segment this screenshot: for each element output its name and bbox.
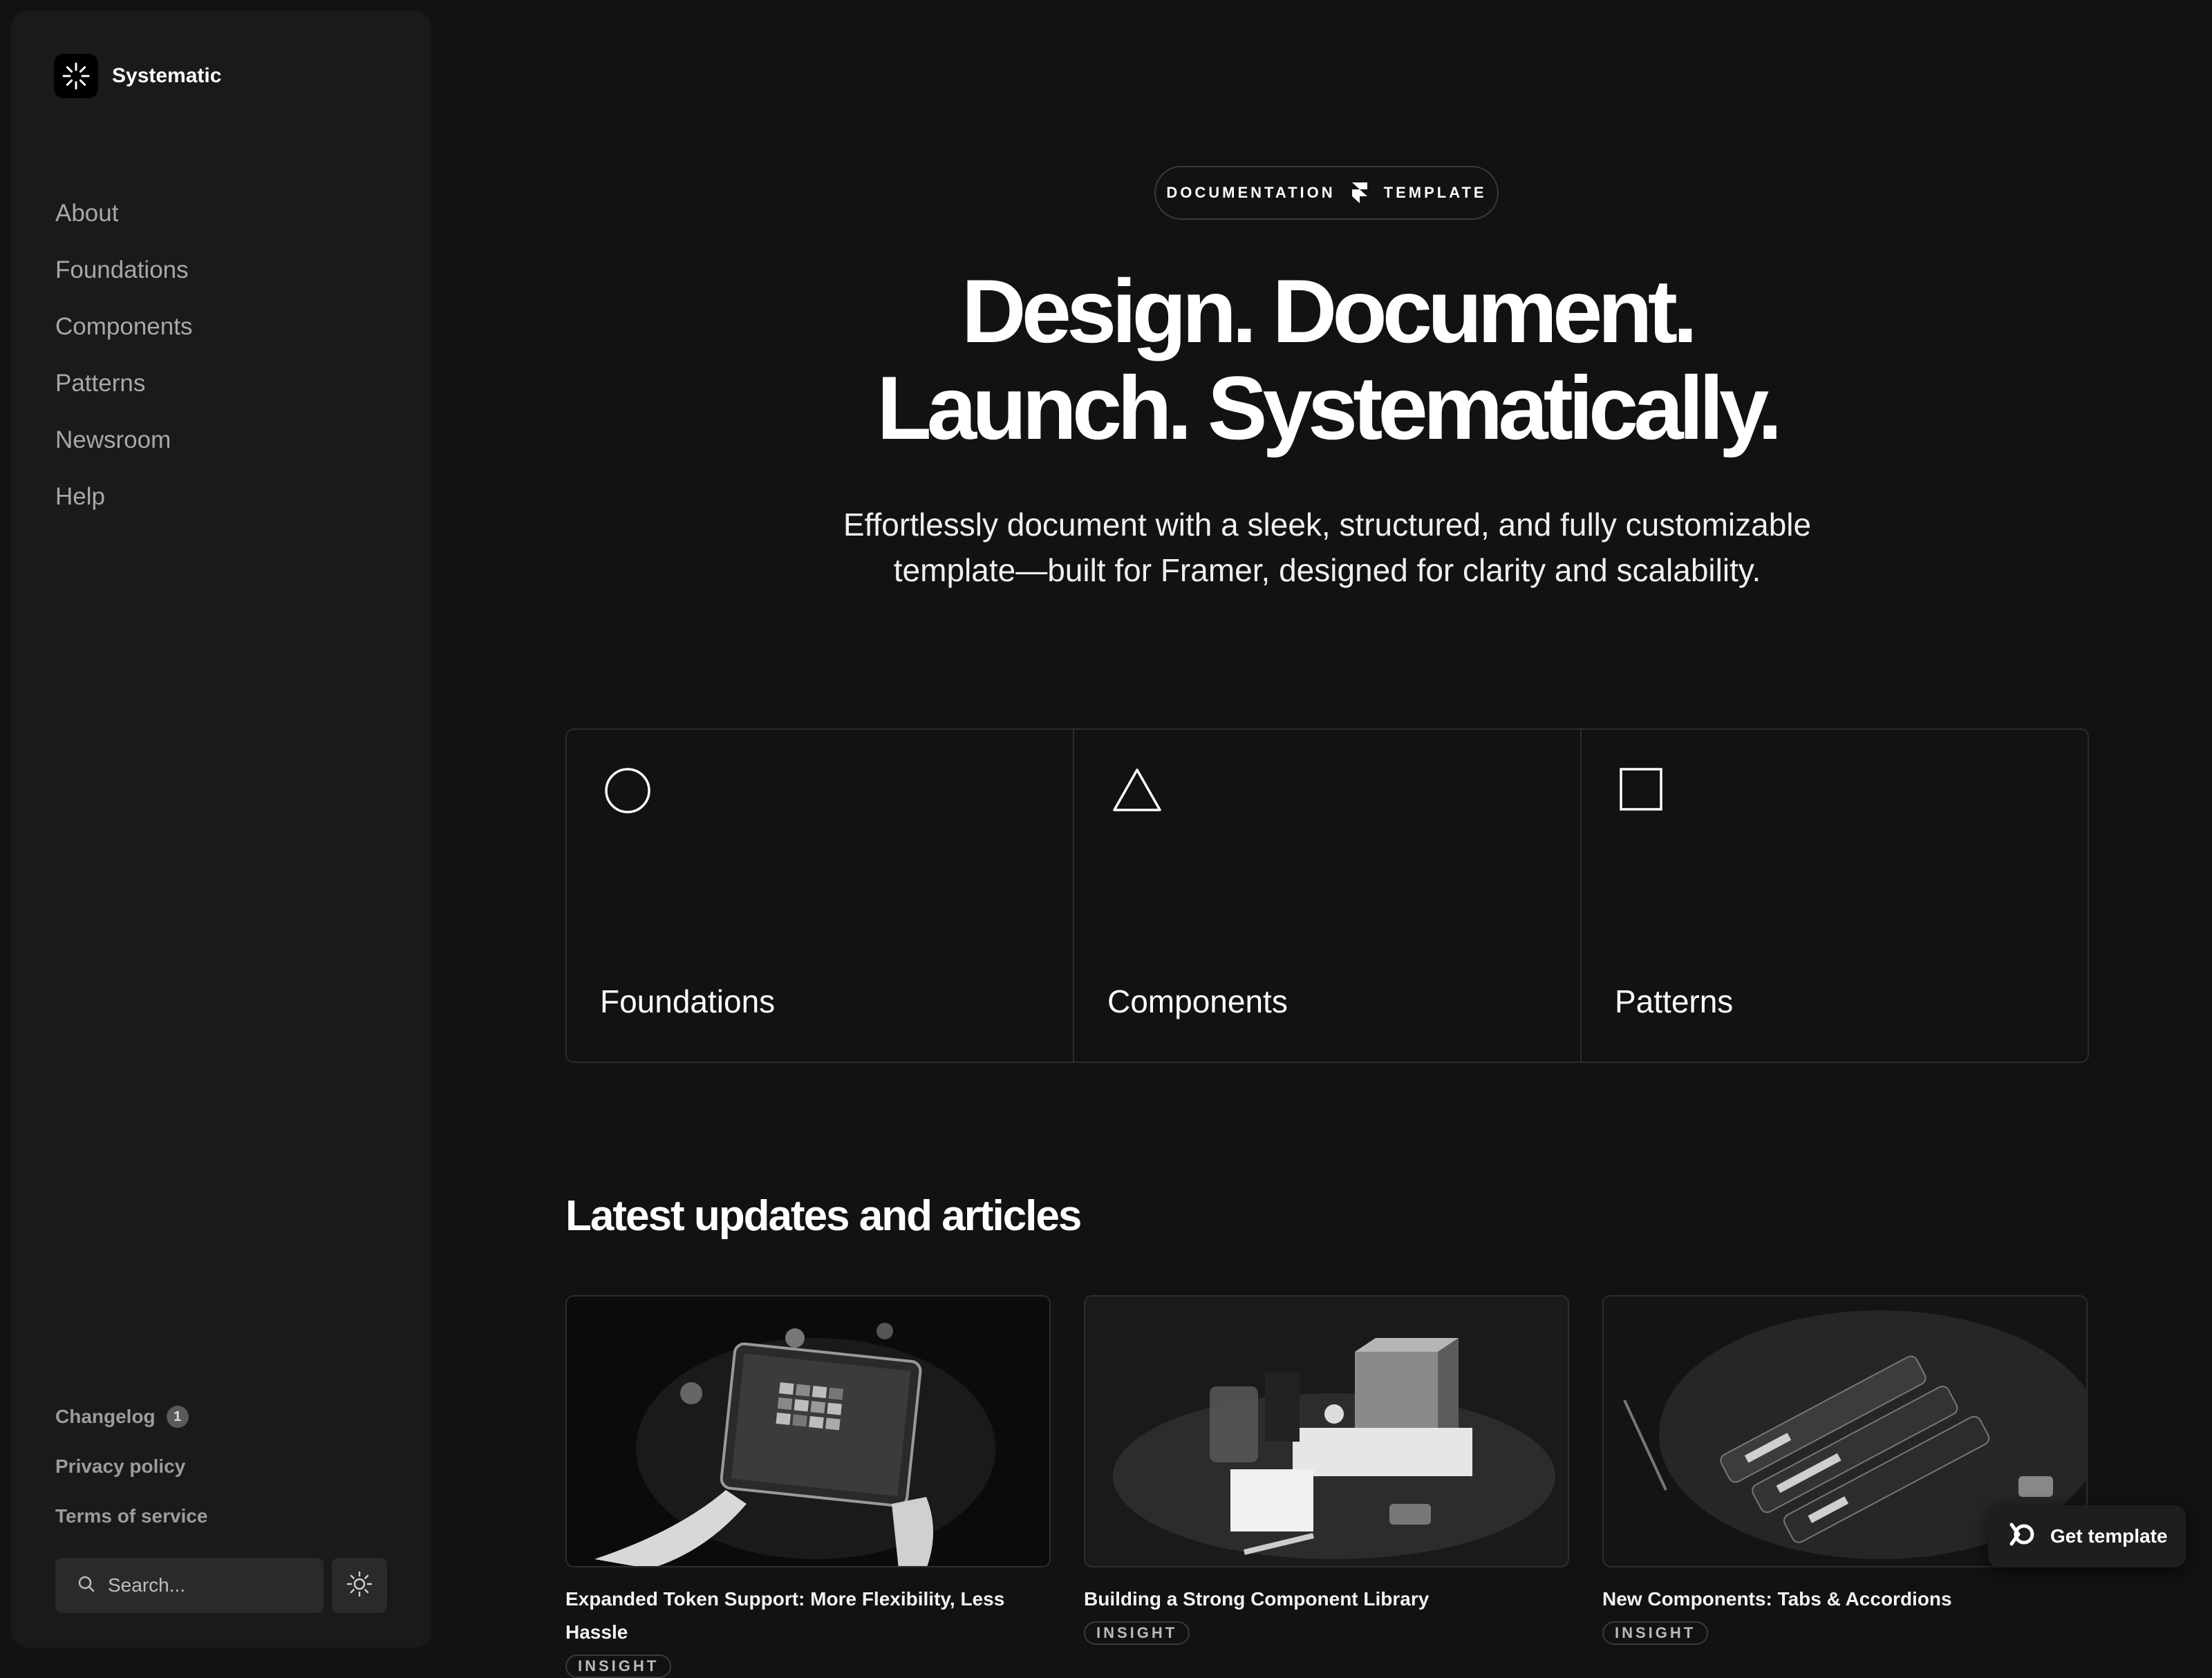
framer-icon xyxy=(2009,1522,2036,1552)
sun-icon xyxy=(346,1570,373,1601)
search-box[interactable] xyxy=(55,1558,324,1613)
articles-grid: Expanded Token Support: More Flexibility… xyxy=(565,1295,2089,1678)
card-title: Components xyxy=(1107,983,1288,1019)
card-title: Patterns xyxy=(1615,983,1734,1019)
get-template-label: Get template xyxy=(2050,1525,2168,1547)
sidebar-item-components[interactable]: Components xyxy=(55,305,192,362)
article-title: Expanded Token Support: More Flexibility… xyxy=(565,1588,1005,1643)
triangle-icon xyxy=(1112,767,1163,816)
pill-right-label: TEMPLATE xyxy=(1383,184,1487,201)
card-title: Foundations xyxy=(600,983,776,1019)
article-tag: INSIGHT xyxy=(1602,1621,1709,1645)
search-input[interactable] xyxy=(106,1574,303,1597)
burst-logo-icon xyxy=(54,54,98,98)
article-tag: INSIGHT xyxy=(565,1655,672,1678)
articles-section-title: Latest updates and articles xyxy=(565,1192,1082,1240)
circle-icon xyxy=(604,767,651,818)
changelog-count-badge: 1 xyxy=(166,1406,189,1428)
card-foundations[interactable]: Foundations xyxy=(567,730,1074,1062)
article-title: Building a Strong Component Library xyxy=(1084,1588,1430,1610)
brand-name: Systematic xyxy=(112,64,222,87)
sidebar-item-about[interactable]: About xyxy=(55,192,192,249)
article-card[interactable]: Expanded Token Support: More Flexibility… xyxy=(565,1295,1051,1678)
headline-line-2: Launch. Systematically. xyxy=(877,357,1782,458)
terms-of-service-link[interactable]: Terms of service xyxy=(55,1491,208,1541)
changelog-label: Changelog xyxy=(55,1406,156,1427)
card-patterns[interactable]: Patterns xyxy=(1582,730,2088,1062)
theme-toggle-button[interactable] xyxy=(332,1558,387,1613)
sidebar: Systematic About Foundations Components … xyxy=(11,11,431,1648)
search-icon xyxy=(77,1575,95,1596)
hero-headline: Design. Document. Launch. Systematically… xyxy=(691,263,1963,456)
article-tag: INSIGHT xyxy=(1084,1621,1190,1645)
get-template-button[interactable]: Get template xyxy=(1988,1505,2186,1567)
article-title: New Components: Tabs & Accordions xyxy=(1602,1588,1952,1610)
headline-line-1: Design. Document. xyxy=(961,261,1698,361)
article-card[interactable]: Building a Strong Component Library INSI… xyxy=(1084,1295,1569,1678)
documentation-template-pill: DOCUMENTATION TEMPLATE xyxy=(1154,166,1499,220)
square-icon xyxy=(1619,767,1663,815)
sidebar-item-help[interactable]: Help xyxy=(55,475,192,532)
article-thumbnail xyxy=(565,1295,1051,1567)
pill-left-label: DOCUMENTATION xyxy=(1166,184,1335,201)
category-cards: Foundations Components Patterns xyxy=(565,728,2089,1063)
sidebar-item-patterns[interactable]: Patterns xyxy=(55,362,192,419)
sidebar-nav: About Foundations Components Patterns Ne… xyxy=(55,192,192,532)
framer-icon xyxy=(1351,181,1369,205)
article-card[interactable]: New Components: Tabs & Accordions INSIGH… xyxy=(1602,1295,2088,1678)
sidebar-item-newsroom[interactable]: Newsroom xyxy=(55,419,192,475)
sidebar-footer-links: Changelog 1 Privacy policy Terms of serv… xyxy=(55,1392,208,1541)
sidebar-item-foundations[interactable]: Foundations xyxy=(55,249,192,305)
changelog-link[interactable]: Changelog 1 xyxy=(55,1392,208,1442)
privacy-policy-link[interactable]: Privacy policy xyxy=(55,1442,208,1491)
article-thumbnail xyxy=(1084,1295,1569,1567)
brand[interactable]: Systematic xyxy=(54,54,221,98)
subtext-line-2: template—built for Framer, designed for … xyxy=(893,552,1761,588)
subtext-line-1: Effortlessly document with a sleek, stru… xyxy=(843,507,1812,543)
hero-subtext: Effortlessly document with a sleek, stru… xyxy=(760,502,1894,593)
card-components[interactable]: Components xyxy=(1074,730,1582,1062)
